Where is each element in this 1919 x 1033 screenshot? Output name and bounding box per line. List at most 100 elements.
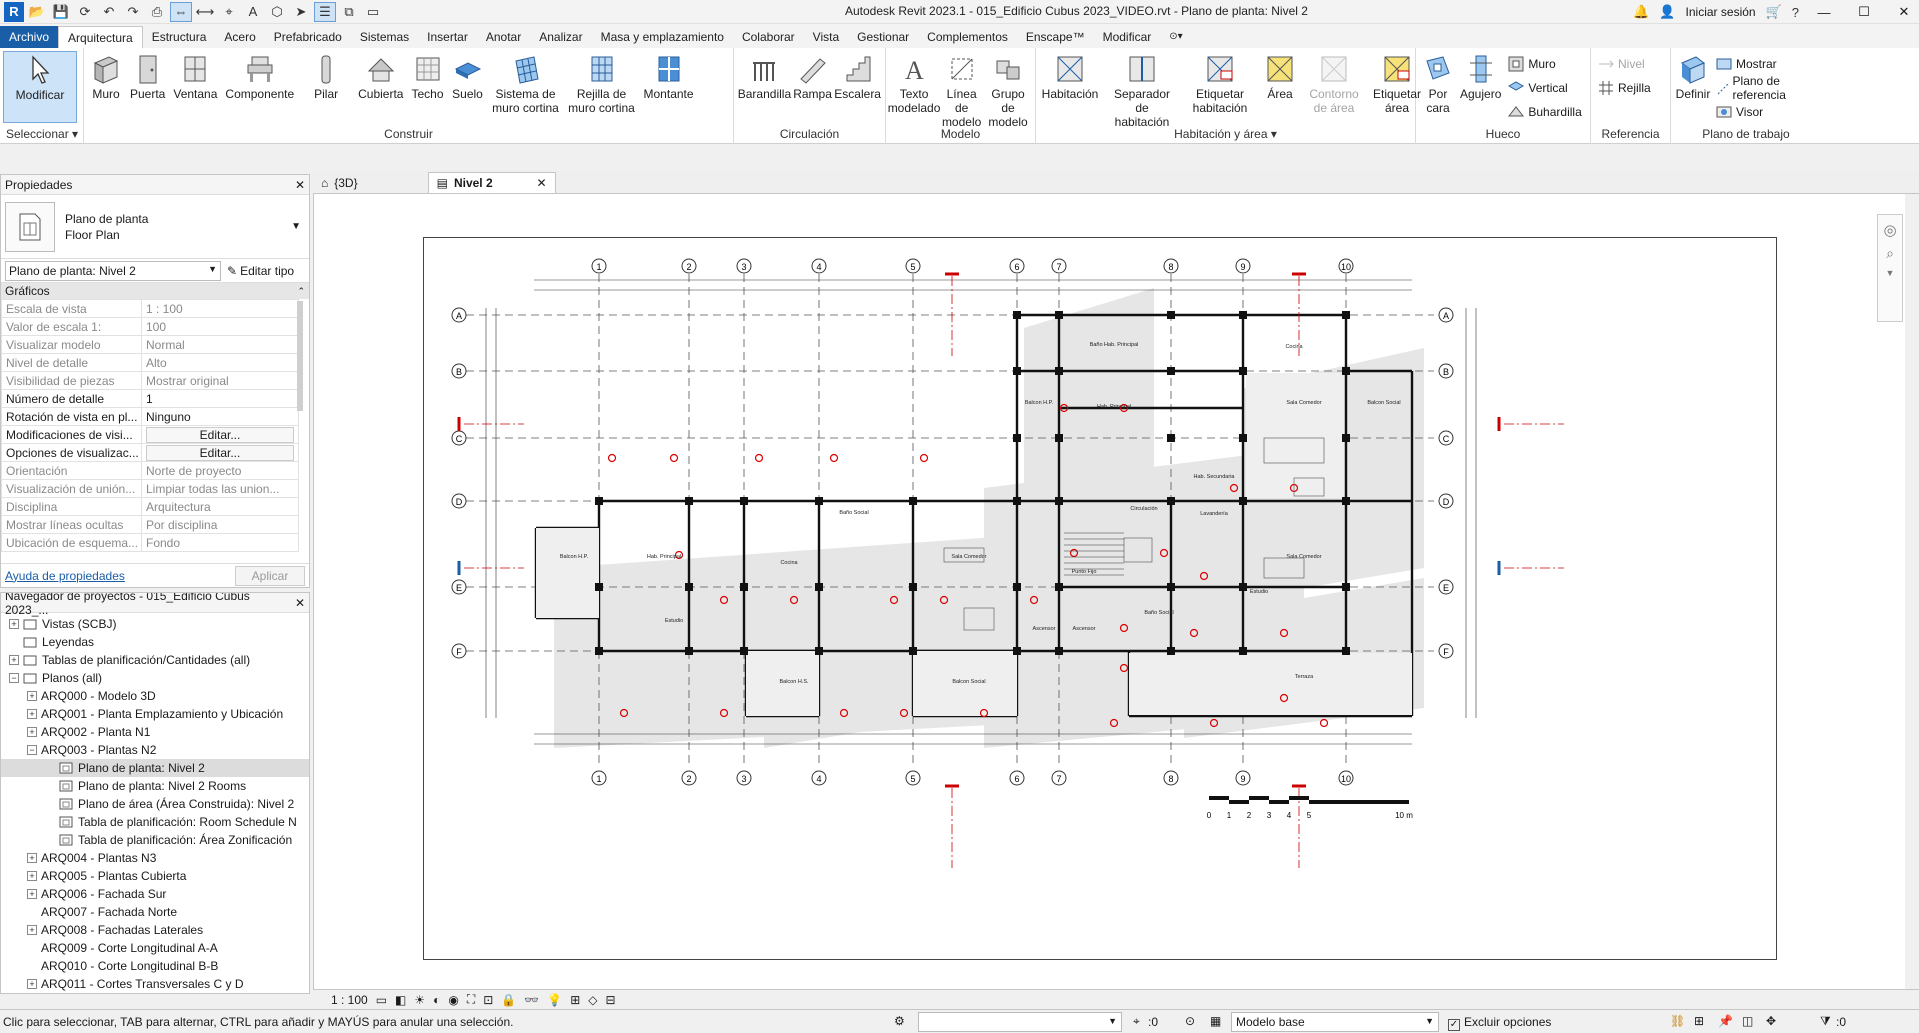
- spot-elevation-icon[interactable]: ⌖: [218, 2, 240, 22]
- area-button[interactable]: Área: [1261, 51, 1299, 103]
- tag-room-button[interactable]: Etiquetar habitación: [1183, 51, 1257, 117]
- component-button[interactable]: Componente: [222, 51, 297, 103]
- switch-windows-icon[interactable]: ▭: [362, 2, 384, 22]
- tab-analizar[interactable]: Analizar: [530, 26, 591, 48]
- dormer-opening-button[interactable]: Buhardilla: [1504, 101, 1585, 123]
- model-line-button[interactable]: Línea de modelo: [939, 51, 984, 131]
- shaft-button[interactable]: Agujero: [1457, 51, 1504, 103]
- edit-button[interactable]: Editar...: [146, 426, 294, 443]
- property-row[interactable]: Nivel de detalle Alto: [1, 353, 299, 372]
- constraints-icon[interactable]: ⊟: [606, 993, 616, 1007]
- property-row[interactable]: Visualización de unión... Limpiar todas l…: [1, 479, 299, 498]
- curtain-grid-button[interactable]: Rejilla de muro cortina: [565, 51, 639, 117]
- mullion-button[interactable]: Montante: [641, 51, 697, 103]
- tab-complementos[interactable]: Complementos: [918, 26, 1017, 48]
- redo-icon[interactable]: ↷: [122, 2, 144, 22]
- expand-icon[interactable]: +: [27, 709, 37, 719]
- browser-item[interactable]: Plano de área (Área Construida): Nivel 2: [1, 795, 309, 813]
- stair-button[interactable]: Escalera: [833, 51, 882, 103]
- browser-item[interactable]: + ARQ004 - Plantas N3: [1, 849, 309, 867]
- ramp-button[interactable]: Rampa: [792, 51, 833, 103]
- floor-button[interactable]: Suelo: [449, 51, 487, 103]
- expand-icon[interactable]: +: [27, 871, 37, 881]
- model-group-button[interactable]: Grupo de modelo: [984, 51, 1032, 131]
- render-icon[interactable]: ◉: [448, 993, 458, 1007]
- wall-button[interactable]: Muro: [87, 51, 125, 103]
- crop-view-icon[interactable]: ⛶: [467, 992, 475, 1007]
- roof-button[interactable]: Cubierta: [355, 51, 406, 103]
- property-value[interactable]: Por disciplina: [141, 515, 299, 534]
- collapse-icon[interactable]: −: [27, 745, 37, 755]
- column-button[interactable]: Pilar: [299, 51, 353, 103]
- by-face-button[interactable]: Por cara: [1419, 51, 1457, 117]
- tab-anotar[interactable]: Anotar: [477, 26, 530, 48]
- tab-colaborar[interactable]: Colaborar: [733, 26, 804, 48]
- tab-archivo[interactable]: Archivo: [0, 26, 59, 48]
- sign-in-link[interactable]: Iniciar sesión: [1686, 5, 1756, 19]
- undo-icon[interactable]: ↶: [98, 2, 120, 22]
- property-row[interactable]: Rotación de vista en pl... Ninguno: [1, 407, 299, 426]
- floor-plan-view[interactable]: 1 1 2 2 3 3 4 4 5 5 6 6 7 7 8 8 9 9 10 10 A A B B C C D D E E F F Balcon…: [423, 237, 1777, 960]
- property-row[interactable]: Escala de vista 1 : 100: [1, 299, 299, 318]
- property-value[interactable]: 100: [141, 317, 299, 336]
- model-text-button[interactable]: A Texto modelado: [888, 51, 941, 117]
- property-value[interactable]: Mostrar original: [141, 371, 299, 390]
- select-links-icon[interactable]: ⛓: [1670, 1014, 1685, 1028]
- viewer-button[interactable]: Visor: [1712, 101, 1818, 123]
- 3d-view-icon[interactable]: ⬡: [266, 2, 288, 22]
- tab-insertar[interactable]: Insertar: [418, 26, 477, 48]
- select-dropdown[interactable]: Seleccionar ▾: [0, 126, 83, 144]
- tab-masa[interactable]: Masa y emplazamiento: [592, 26, 733, 48]
- property-value[interactable]: Fondo: [141, 533, 299, 552]
- browser-item[interactable]: Plano de planta: Nivel 2 Rooms: [1, 777, 309, 795]
- property-value[interactable]: Limpiar todas las union...: [141, 479, 299, 498]
- print-icon[interactable]: ⎙: [146, 2, 168, 22]
- browser-item[interactable]: Tabla de planificación: Room Schedule N: [1, 813, 309, 831]
- filter-icon[interactable]: ⧩: [1820, 1014, 1831, 1029]
- browser-item[interactable]: + ARQ008 - Fachadas Laterales: [1, 921, 309, 939]
- property-value[interactable]: Arquitectura: [141, 497, 299, 516]
- collapse-icon[interactable]: −: [9, 673, 19, 683]
- vertical-opening-button[interactable]: Vertical: [1504, 77, 1585, 99]
- property-row[interactable]: Mostrar líneas ocultas Por disciplina: [1, 515, 299, 534]
- help-icon[interactable]: ?: [1792, 5, 1799, 20]
- browser-item[interactable]: ARQ010 - Corte Longitudinal B-B: [1, 957, 309, 975]
- browser-item[interactable]: + Vistas (SCBJ): [1, 615, 309, 633]
- temporary-properties-icon[interactable]: ⊞: [570, 993, 580, 1007]
- curtain-system-button[interactable]: Sistema de muro cortina: [489, 51, 563, 117]
- properties-help-link[interactable]: Ayuda de propiedades: [5, 569, 125, 583]
- level-button[interactable]: Nivel: [1594, 53, 1655, 75]
- set-workplane-button[interactable]: Definir: [1674, 51, 1712, 103]
- drawing-area[interactable]: 1 1 2 2 3 3 4 4 5 5 6 6 7 7 8 8 9 9 10 10 A A B B C C D D E E F F Balcon…: [313, 194, 1919, 989]
- panel-room-area-label[interactable]: Habitación y área ▾: [1036, 126, 1415, 144]
- ribbon-minimize-icon[interactable]: ⊙▾: [1160, 26, 1191, 48]
- property-row[interactable]: Modificaciones de visi... Editar...: [1, 425, 299, 444]
- expand-icon[interactable]: +: [27, 853, 37, 863]
- chevron-down-icon[interactable]: ▼: [291, 221, 301, 232]
- analytical-model-icon[interactable]: ◇: [588, 993, 597, 1007]
- grid-button[interactable]: Rejilla: [1594, 77, 1655, 99]
- instance-filter-select[interactable]: Plano de planta: Nivel 2 ▼: [5, 260, 221, 281]
- expand-icon[interactable]: +: [9, 619, 19, 629]
- minimize-icon[interactable]: —: [1809, 5, 1839, 20]
- user-icon[interactable]: 👤: [1659, 4, 1675, 20]
- property-row[interactable]: Visibilidad de piezas Mostrar original: [1, 371, 299, 390]
- browser-item[interactable]: ARQ009 - Corte Longitudinal A-A: [1, 939, 309, 957]
- visual-style-icon[interactable]: ◧: [395, 993, 406, 1007]
- property-value[interactable]: Normal: [141, 335, 299, 354]
- railing-button[interactable]: Barandilla: [737, 51, 792, 103]
- tab-gestionar[interactable]: Gestionar: [848, 26, 918, 48]
- apply-button[interactable]: Aplicar: [235, 565, 305, 586]
- property-row[interactable]: Disciplina Arquitectura: [1, 497, 299, 516]
- area-boundary-button[interactable]: Contorno de área: [1303, 51, 1365, 117]
- property-value[interactable]: Norte de proyecto: [141, 461, 299, 480]
- vertical-scrollbar[interactable]: [1905, 194, 1919, 989]
- browser-item[interactable]: Plano de planta: Nivel 2: [1, 759, 309, 777]
- expand-icon[interactable]: +: [9, 655, 19, 665]
- measure-icon[interactable]: ⇔: [170, 1, 192, 22]
- tab-acero[interactable]: Acero: [215, 26, 264, 48]
- property-row[interactable]: Ubicación de esquema... Fondo: [1, 533, 299, 552]
- sync-icon[interactable]: ⟳: [74, 2, 96, 22]
- select-underlay-icon[interactable]: ⊞: [1694, 1014, 1704, 1028]
- close-tab-icon[interactable]: ✕: [537, 176, 547, 190]
